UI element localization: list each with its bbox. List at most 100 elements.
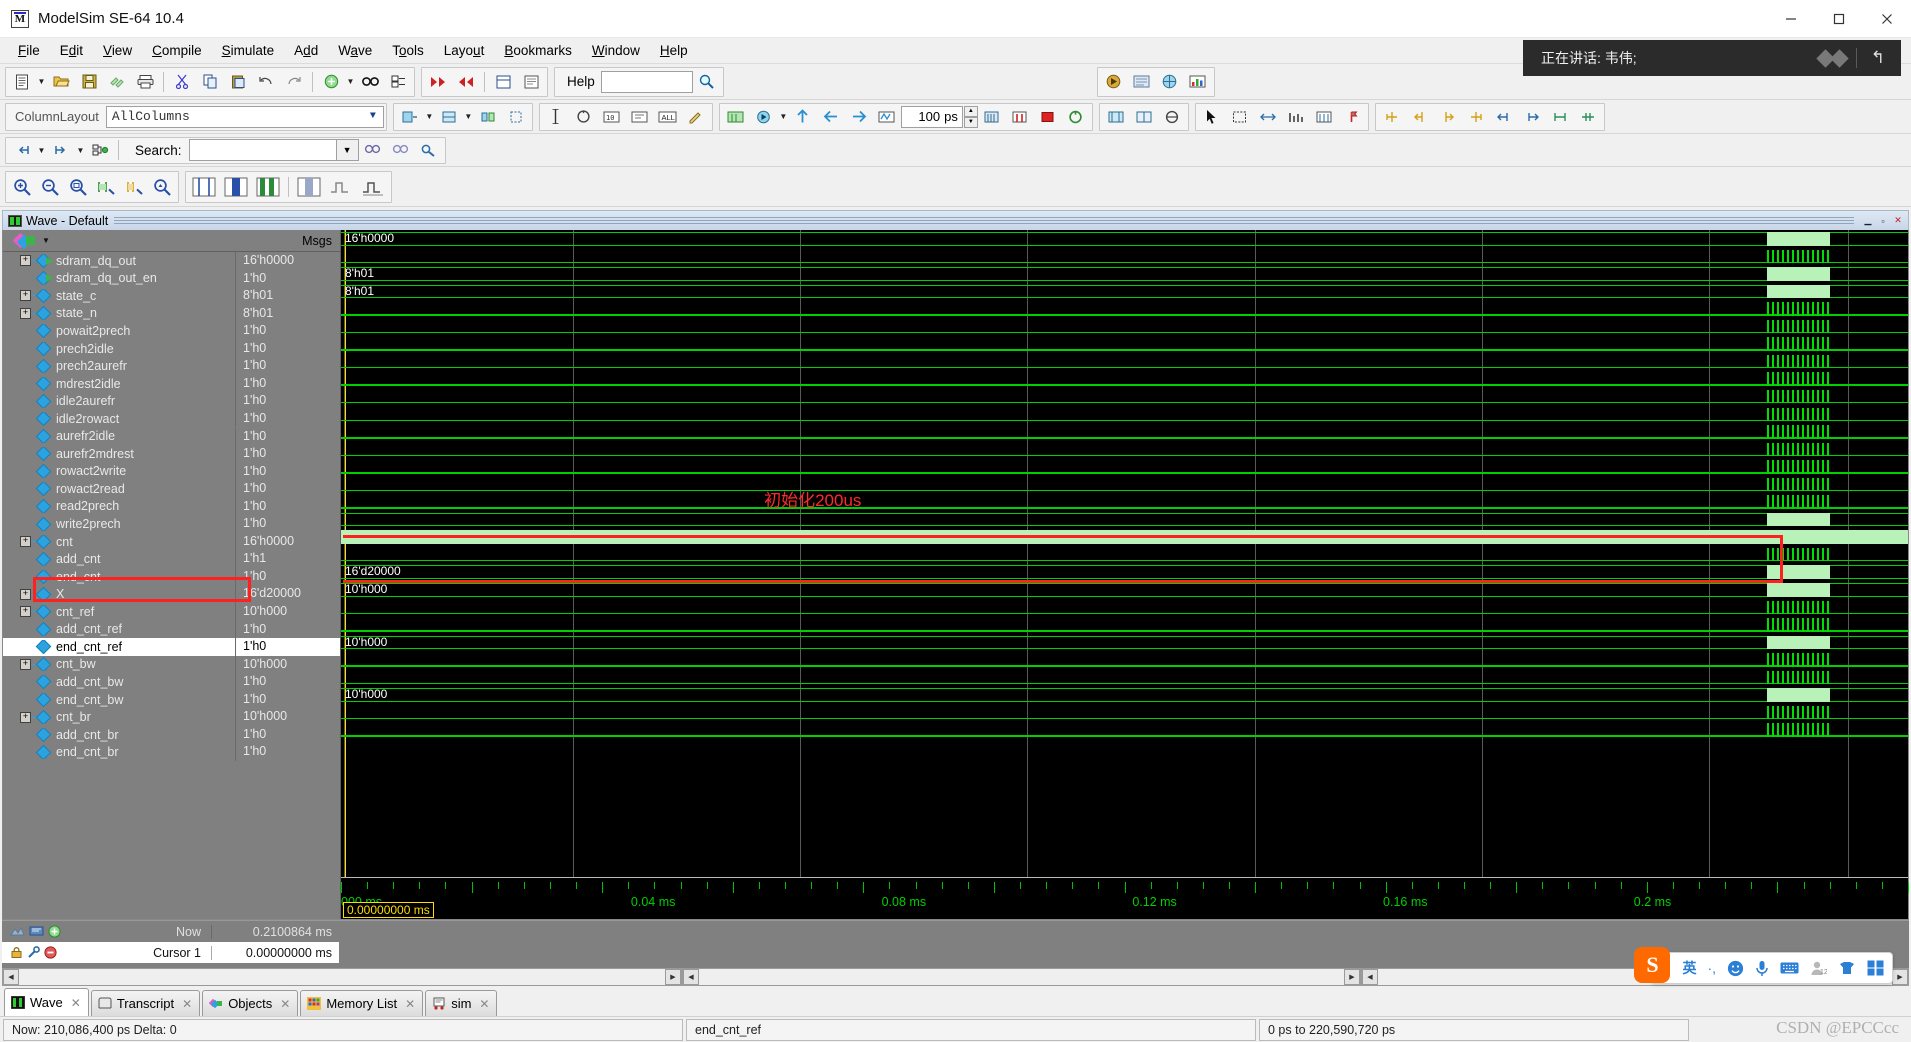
signal-row[interactable]: prech2aurefr1'h0 bbox=[3, 357, 340, 375]
wave-minimize-icon[interactable]: ▁ bbox=[1861, 214, 1875, 228]
stop-icon[interactable] bbox=[1035, 104, 1061, 130]
cursor-prev-icon[interactable] bbox=[1407, 104, 1433, 130]
values-hscrollbar[interactable]: ◀ ▶ bbox=[682, 968, 1361, 986]
wave-style-3-icon[interactable] bbox=[253, 174, 283, 200]
signal-row[interactable]: rowact2write1'h0 bbox=[3, 463, 340, 481]
step-back-icon[interactable] bbox=[818, 104, 844, 130]
ungroup-signals-icon[interactable] bbox=[503, 104, 529, 130]
chevron-down-icon[interactable]: ▼ bbox=[363, 107, 383, 127]
skin-icon[interactable] bbox=[1838, 960, 1856, 976]
expand-icon[interactable]: + bbox=[20, 606, 31, 617]
menu-simulate[interactable]: Simulate bbox=[212, 40, 285, 61]
signal-row[interactable]: add_cnt_bw1'h0 bbox=[3, 673, 340, 691]
ime-punctuation[interactable]: ·, bbox=[1707, 960, 1716, 976]
add-wave-icon[interactable] bbox=[318, 69, 344, 95]
signal-row[interactable]: prech2idle1'h0 bbox=[3, 340, 340, 358]
search-prev-icon[interactable] bbox=[360, 137, 386, 163]
pointer-icon[interactable] bbox=[1199, 104, 1225, 130]
expand-icon[interactable]: + bbox=[20, 712, 31, 723]
insert-signal-icon[interactable] bbox=[397, 104, 423, 130]
menu-wave[interactable]: Wave bbox=[328, 40, 382, 61]
expand-time-icon[interactable] bbox=[1547, 104, 1573, 130]
format-icon[interactable] bbox=[627, 104, 653, 130]
menu-file[interactable]: File bbox=[8, 40, 50, 61]
signal-row[interactable]: end_cnt_bw1'h0 bbox=[3, 691, 340, 709]
tab-sim[interactable]: sim ✕ bbox=[425, 990, 497, 1016]
apps-icon[interactable] bbox=[1867, 960, 1884, 976]
collapse-hierarchy-dropdown-icon[interactable]: ▼ bbox=[75, 137, 86, 163]
menu-window[interactable]: Window bbox=[582, 40, 650, 61]
signal-row[interactable]: idle2aurefr1'h0 bbox=[3, 392, 340, 410]
values-scroll-right-icon[interactable]: ▶ bbox=[1344, 969, 1360, 985]
signal-row[interactable]: +cnt_br10'h000 bbox=[3, 708, 340, 726]
wave-expand-icon[interactable] bbox=[1103, 104, 1129, 130]
group-signal-dropdown-icon[interactable]: ▼ bbox=[463, 104, 474, 130]
signal-row[interactable]: +cnt16'h0000 bbox=[3, 533, 340, 551]
mic-icon[interactable] bbox=[1755, 960, 1769, 977]
signal-row[interactable]: +cnt_ref10'h000 bbox=[3, 603, 340, 621]
mark-icon[interactable] bbox=[1339, 104, 1365, 130]
signal-row[interactable]: powait2prech1'h0 bbox=[3, 322, 340, 340]
print-icon[interactable] bbox=[132, 69, 158, 95]
edit-signal-icon[interactable] bbox=[683, 104, 709, 130]
columnlayout-combo[interactable]: AllColumns ▼ bbox=[106, 106, 384, 128]
copy-icon[interactable] bbox=[197, 69, 223, 95]
signal-list[interactable]: +sdram_dq_out16'h0000sdram_dq_out_en1'h0… bbox=[3, 252, 340, 919]
wave-window-icon[interactable] bbox=[490, 69, 516, 95]
next-breakpoint-icon[interactable] bbox=[453, 69, 479, 95]
wave-fit-icon[interactable] bbox=[1159, 104, 1185, 130]
wave-collapse-icon[interactable] bbox=[1131, 104, 1157, 130]
menu-add[interactable]: Add bbox=[284, 40, 328, 61]
expand-icon[interactable]: + bbox=[20, 536, 31, 547]
collapse-time-icon[interactable] bbox=[1575, 104, 1601, 130]
waveform-pane[interactable]: 16'h00008'h018'h0116'd2000010'h00010'h00… bbox=[340, 230, 1908, 919]
user-icon[interactable]: 12 bbox=[1810, 960, 1827, 976]
menu-view[interactable]: View bbox=[93, 40, 142, 61]
signal-row[interactable]: +cnt_bw10'h000 bbox=[3, 656, 340, 674]
values-scroll-track[interactable] bbox=[699, 969, 1344, 985]
combine-signals-icon[interactable] bbox=[475, 104, 501, 130]
help-search-icon[interactable] bbox=[694, 69, 720, 95]
wave-style-6-icon[interactable] bbox=[358, 174, 388, 200]
zoom-last-icon[interactable] bbox=[149, 174, 175, 200]
time-ruler[interactable]: 000 ms0.04 ms0.08 ms0.12 ms0.16 ms0.2 ms… bbox=[341, 877, 1908, 919]
compare-icon[interactable] bbox=[1311, 104, 1337, 130]
measure-icon[interactable] bbox=[1283, 104, 1309, 130]
values-scroll-left-icon[interactable]: ◀ bbox=[683, 969, 699, 985]
select-all-icon[interactable]: ALL bbox=[655, 104, 681, 130]
signal-row[interactable]: add_cnt_ref1'h0 bbox=[3, 621, 340, 639]
signal-row[interactable]: +state_n8'h01 bbox=[3, 305, 340, 323]
tab-transcript-close-icon[interactable]: ✕ bbox=[182, 997, 192, 1011]
signal-row[interactable]: aurefr2idle1'h0 bbox=[3, 428, 340, 446]
wave-scroll-right-icon[interactable]: ▶ bbox=[1892, 969, 1908, 985]
signal-row[interactable]: end_cnt1'h0 bbox=[3, 568, 340, 586]
compile-all-icon[interactable] bbox=[104, 69, 130, 95]
find-transition-next-icon[interactable] bbox=[1519, 104, 1545, 130]
cursor-last-icon[interactable] bbox=[1463, 104, 1489, 130]
signal-row[interactable]: end_cnt_br1'h0 bbox=[3, 743, 340, 761]
run-all-icon[interactable] bbox=[979, 104, 1005, 130]
wave-scroll-left-icon[interactable]: ◀ bbox=[1362, 969, 1378, 985]
tab-memory-list[interactable]: Memory List ✕ bbox=[300, 990, 423, 1016]
tab-wave-close-icon[interactable]: ✕ bbox=[71, 996, 81, 1010]
save-icon[interactable] bbox=[76, 69, 102, 95]
zoom-select-icon[interactable] bbox=[1227, 104, 1253, 130]
zoom-cursor-icon[interactable] bbox=[121, 174, 147, 200]
radix-icon[interactable]: 10 bbox=[599, 104, 625, 130]
open-icon[interactable] bbox=[48, 69, 74, 95]
expand-icon[interactable]: + bbox=[20, 659, 31, 670]
find-transition-prev-icon[interactable] bbox=[1491, 104, 1517, 130]
paste-icon[interactable] bbox=[225, 69, 251, 95]
wave-style-4-icon[interactable] bbox=[294, 174, 324, 200]
signal-row[interactable]: add_cnt_br1'h0 bbox=[3, 726, 340, 744]
signal-row[interactable]: +state_c8'h01 bbox=[3, 287, 340, 305]
help-input[interactable] bbox=[601, 71, 693, 93]
run-dropdown-icon[interactable]: ▼ bbox=[778, 104, 789, 130]
find-icon[interactable] bbox=[357, 69, 383, 95]
add-wave-dropdown-icon[interactable]: ▼ bbox=[345, 69, 356, 95]
stepper-up-icon[interactable]: ▲ bbox=[964, 106, 978, 117]
names-scroll-track[interactable] bbox=[19, 969, 665, 985]
menu-edit[interactable]: Edit bbox=[50, 40, 93, 61]
restart-icon[interactable] bbox=[1129, 69, 1155, 95]
minimize-icon[interactable] bbox=[1767, 0, 1815, 38]
